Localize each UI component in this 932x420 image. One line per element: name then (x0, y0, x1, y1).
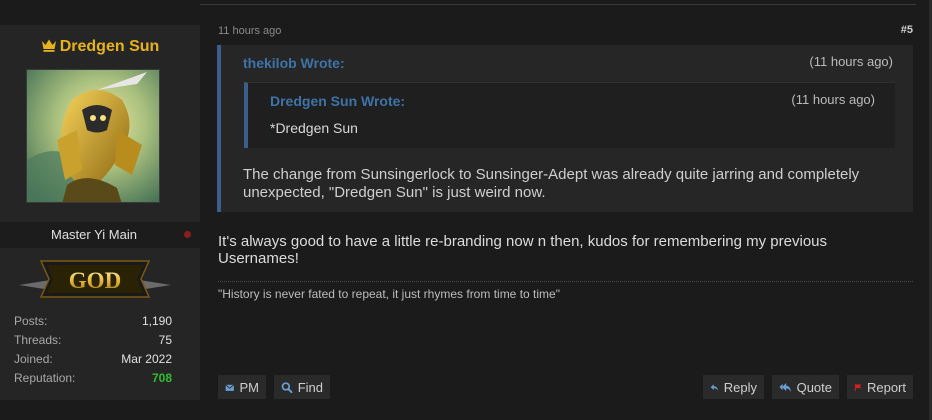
quote-time: (11 hours ago) (809, 54, 893, 69)
user-title-bar: Master Yi Main (0, 222, 200, 248)
stat-value[interactable]: 75 (159, 331, 172, 350)
stat-value[interactable]: 708 (152, 369, 172, 388)
crown-icon (41, 39, 56, 52)
offline-status-dot (184, 231, 191, 238)
stat-value[interactable]: 1,190 (142, 312, 172, 331)
stat-label: Posts: (14, 314, 48, 328)
nested-quote-author[interactable]: Dredgen Sun Wrote: (270, 93, 405, 109)
stat-label: Threads: (14, 333, 62, 347)
report-button-label: Report (866, 379, 906, 395)
search-icon (281, 381, 293, 393)
stat-label: Joined: (14, 352, 53, 366)
user-title: Master Yi Main (51, 227, 137, 242)
rank-badge-text: GOD (69, 268, 121, 293)
nested-quote-text: *Dredgen Sun (270, 120, 358, 136)
author-panel: Dredgen Sun Master Yi Main GOD Posts: 1,… (0, 25, 200, 400)
flag-icon (854, 383, 862, 391)
stat-label: Reputation: (14, 371, 76, 385)
quote-text: The change from Sunsingerlock to Sunsing… (243, 166, 860, 201)
nested-quote-block: Dredgen Sun Wrote: (11 hours ago) *Dredg… (244, 82, 895, 148)
user-stats: Posts: 1,190 Threads: 75 Joined: Mar 202… (14, 312, 172, 388)
quote-author[interactable]: thekilob Wrote: (243, 55, 345, 71)
rank-badge: GOD (17, 257, 173, 303)
pm-button[interactable]: PM (218, 375, 266, 399)
top-divider (200, 0, 916, 5)
stat-posts: Posts: 1,190 (14, 312, 172, 331)
author-name[interactable]: Dredgen Sun (60, 38, 160, 55)
quote-reply-icon (779, 382, 792, 392)
signature-divider (218, 281, 913, 282)
author-name-container: Dredgen Sun (0, 38, 200, 56)
nested-quote-time: (11 hours ago) (791, 92, 875, 107)
post-number-link[interactable]: #5 (901, 24, 913, 36)
find-button-label: Find (297, 379, 323, 395)
envelope-icon (225, 383, 235, 391)
stat-threads: Threads: 75 (14, 331, 172, 350)
stat-value: Mar 2022 (121, 352, 172, 366)
pm-button-label: PM (239, 379, 260, 395)
quote-block: thekilob Wrote: (11 hours ago) Dredgen S… (217, 45, 913, 212)
quote-button[interactable]: Quote (772, 375, 839, 399)
post-timestamp: 11 hours ago (218, 25, 282, 37)
stat-reputation: Reputation: 708 (14, 369, 172, 388)
reply-button-label: Reply (723, 379, 757, 395)
quote-button-label: Quote (796, 379, 832, 395)
post-body: It's always good to have a little re-bra… (218, 233, 828, 267)
stat-joined: Joined: Mar 2022 (14, 350, 172, 369)
find-button[interactable]: Find (274, 375, 330, 399)
signature: "History is never fated to repeat, it ju… (218, 287, 560, 301)
avatar-image (27, 70, 159, 202)
report-button[interactable]: Report (847, 375, 913, 399)
reply-button[interactable]: Reply (703, 375, 764, 399)
avatar[interactable] (26, 69, 160, 203)
reply-icon (710, 383, 719, 391)
